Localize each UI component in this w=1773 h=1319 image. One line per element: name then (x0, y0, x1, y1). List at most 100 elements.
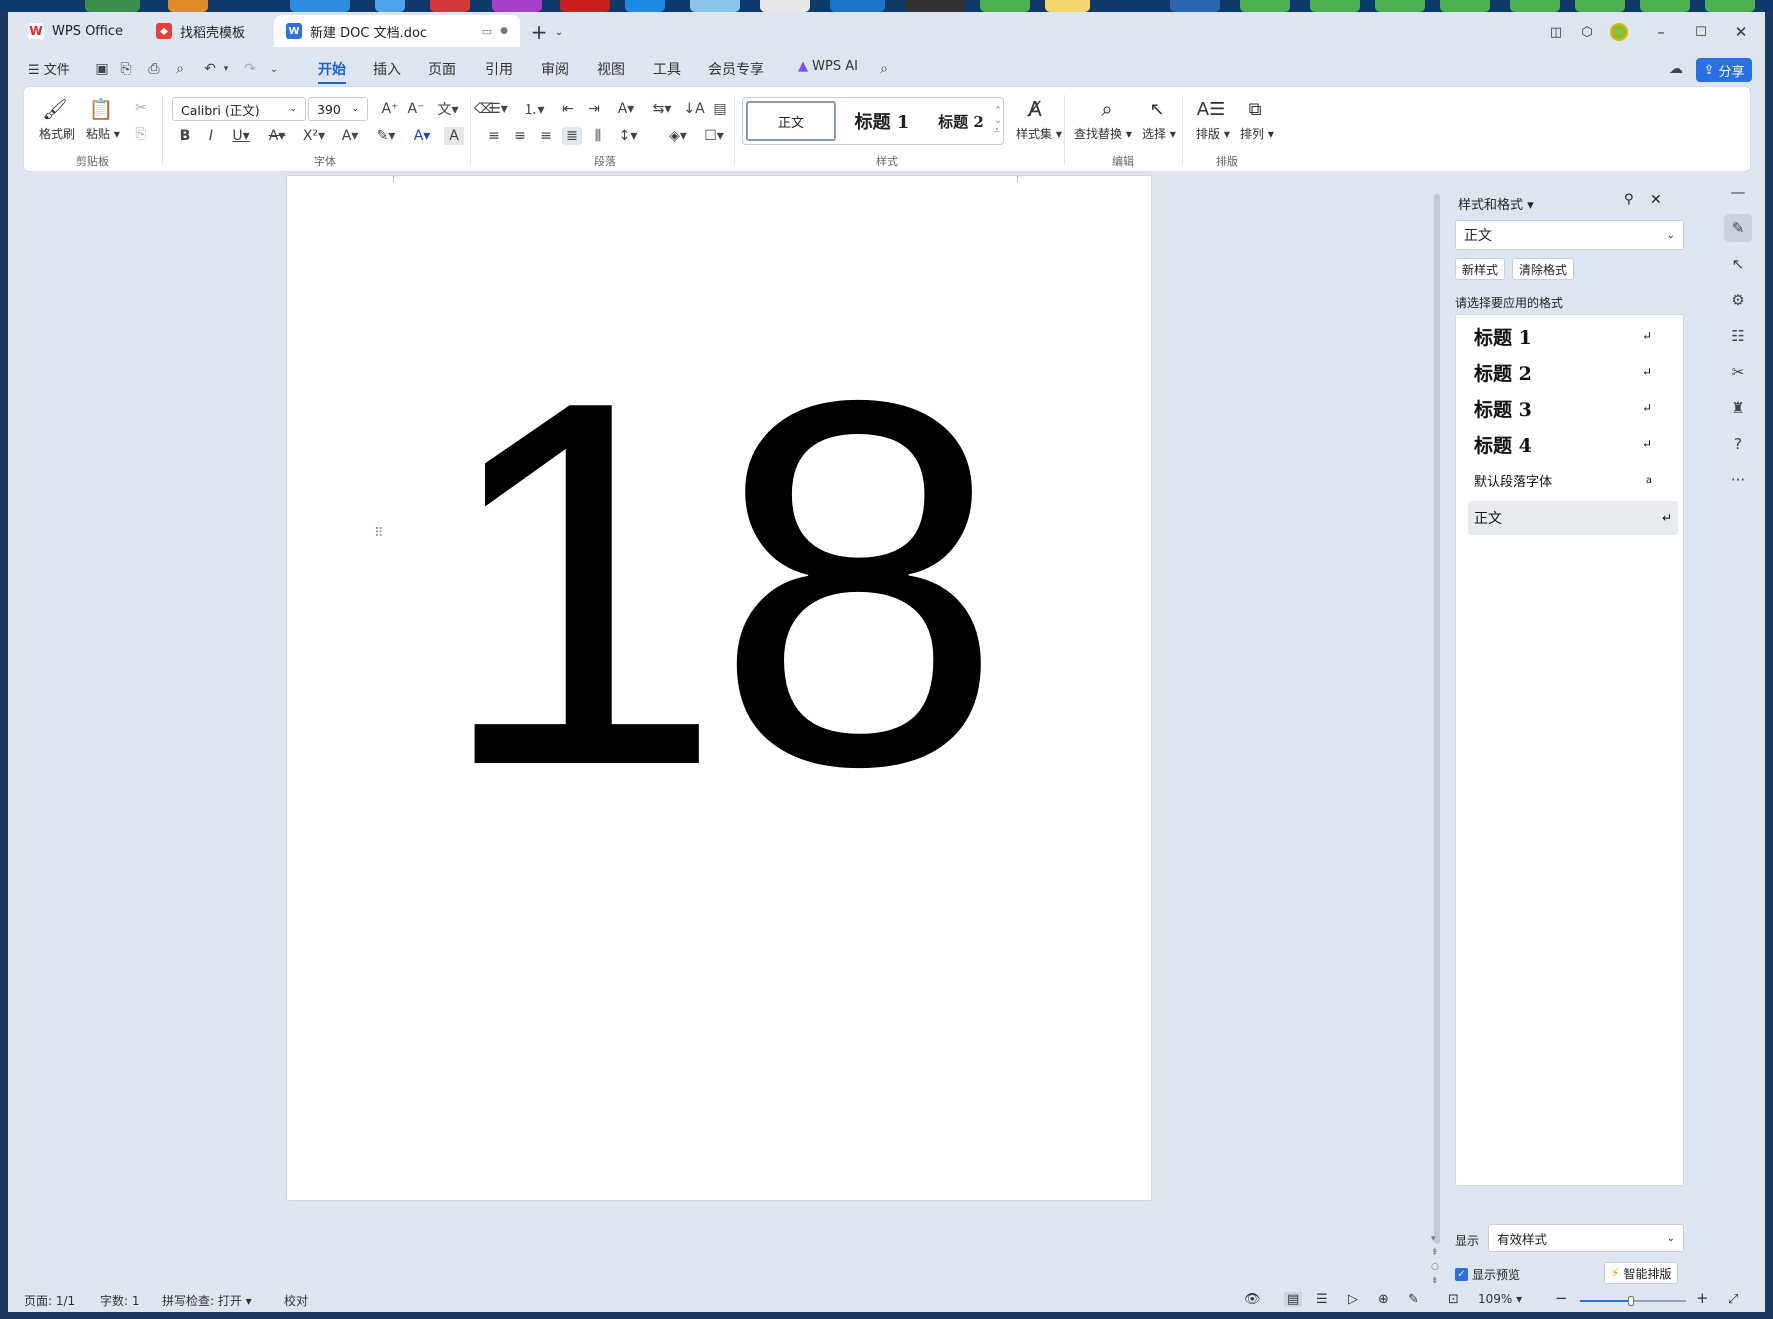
typeset-icon[interactable]: A☰ (1196, 97, 1226, 121)
tab-review[interactable]: 审阅 (541, 59, 569, 79)
chevron-down-icon[interactable]: ▾ (216, 59, 236, 79)
select-tool-icon[interactable]: ↖ (1724, 250, 1752, 278)
share-button[interactable]: ⇪ 分享 (1696, 58, 1752, 82)
collapse-icon[interactable]: — (1724, 178, 1752, 206)
line-spacing-icon[interactable]: ↕▾ (614, 127, 642, 145)
zoom-out-icon[interactable]: − (1555, 1289, 1568, 1307)
style-set-button[interactable]: 样式集 ▾ (1016, 125, 1062, 142)
smart-layout-button[interactable]: ⚡ 智能排版 (1604, 1262, 1679, 1284)
arrange-button[interactable]: 排列 ▾ (1240, 125, 1274, 142)
justify-icon[interactable]: ≣ (562, 127, 582, 145)
help-icon[interactable]: ? (1724, 430, 1752, 458)
text-direction-icon[interactable]: ⇆▾ (648, 99, 676, 119)
format-painter-button[interactable]: 格式刷 (39, 125, 75, 142)
shirt-icon[interactable]: ♜ (1724, 394, 1752, 422)
zoom-slider-thumb[interactable] (1628, 1296, 1634, 1306)
tab-docer-templates[interactable]: ◆ 找稻壳模板 (144, 15, 278, 47)
char-shading-icon[interactable]: A (444, 127, 464, 145)
phonetic-guide-icon[interactable]: 文▾ (434, 99, 462, 119)
tab-home[interactable]: 开始 (318, 59, 346, 84)
select-button[interactable]: 选择 ▾ (1142, 125, 1176, 142)
print-preview-icon[interactable]: ⌕ (170, 59, 190, 79)
superscript-icon[interactable]: X²▾ (300, 127, 328, 145)
bold-icon[interactable]: B (176, 127, 194, 145)
paste-icon[interactable]: 📋 (86, 97, 116, 121)
bullets-icon[interactable]: ☰▾ (484, 99, 512, 119)
cursor-icon[interactable]: ↖ (1142, 97, 1172, 121)
monitor-icon[interactable]: ▭ (482, 25, 492, 38)
search-icon[interactable]: ⌕ (1092, 97, 1122, 121)
more-icon[interactable]: ··· (1724, 466, 1752, 494)
align-center-icon[interactable]: ≡ (510, 127, 530, 145)
document-page[interactable]: ⠿ 18 (287, 176, 1151, 1200)
save-icon[interactable]: ▣ (92, 59, 112, 79)
drag-handle-icon[interactable]: ⠿ (374, 526, 384, 541)
style-heading-1-item[interactable]: 标题 1 ↵ (1468, 319, 1658, 353)
grow-font-icon[interactable]: A⁺ (380, 99, 400, 119)
numbering-icon[interactable]: ⒈▾ (520, 99, 548, 119)
clear-format-button[interactable]: 清除格式 (1512, 258, 1575, 280)
style-normal-item[interactable]: 正文 ↵ (1468, 501, 1678, 535)
file-menu[interactable]: ☰ 文件 (28, 59, 70, 78)
style-pen-icon[interactable]: ✎ (1724, 214, 1752, 242)
tab-page[interactable]: 页面 (428, 59, 456, 79)
scroll-thumb[interactable] (1434, 194, 1440, 1244)
italic-icon[interactable]: I (202, 127, 220, 145)
outline-view-icon[interactable]: ☰ (1316, 1292, 1328, 1307)
page-nav-icon[interactable]: ▾ ⇞ ○ ⇟ (1431, 1232, 1439, 1288)
current-style-select[interactable]: 正文 ⌄ (1455, 220, 1684, 250)
word-count[interactable]: 字数: 1 (100, 1292, 140, 1309)
fit-icon[interactable]: ⊡ (1448, 1292, 1459, 1307)
tab-references[interactable]: 引用 (485, 59, 513, 79)
minimize-icon[interactable]: – (1648, 20, 1674, 44)
adjust-icon[interactable]: ⚙ (1724, 286, 1752, 314)
underline-icon[interactable]: U▾ (228, 127, 254, 145)
tab-wps-office[interactable]: W WPS Office (16, 15, 141, 47)
chevron-down-icon[interactable]: ⌄ (264, 59, 284, 79)
fullscreen-icon[interactable]: ⤢ (1728, 1292, 1738, 1307)
zoom-slider[interactable] (1580, 1296, 1686, 1306)
paste-button[interactable]: 粘贴 ▾ (86, 125, 120, 142)
style-set-icon[interactable]: A̸ (1020, 97, 1050, 121)
find-replace-button[interactable]: 查找替换 ▾ (1074, 125, 1132, 142)
style-default-font-item[interactable]: 默认段落字体 a (1468, 463, 1658, 497)
style-heading-2-item[interactable]: 标题 2 ↵ (1468, 355, 1658, 389)
pen-icon[interactable]: ✎ (1408, 1292, 1419, 1307)
unsaved-dot-icon[interactable]: ● (500, 26, 508, 36)
increase-indent-icon[interactable]: ⇥ (584, 99, 604, 119)
style-heading-4-item[interactable]: 标题 4 ↵ (1468, 427, 1658, 461)
show-preview-checkbox[interactable]: ✓ 显示预览 (1455, 1266, 1520, 1283)
page-indicator[interactable]: 页面: 1/1 (24, 1292, 75, 1309)
zoom-select[interactable]: 109% ▾ (1478, 1292, 1522, 1306)
distribute-icon[interactable]: ⫼ (588, 127, 608, 145)
format-painter-icon[interactable]: 🖌 (40, 97, 70, 121)
highlight-icon[interactable]: ✎▾ (372, 127, 400, 145)
spell-check[interactable]: 拼写检查: 打开 ▾ (162, 1292, 252, 1309)
typeset-button[interactable]: 排版 ▾ (1196, 125, 1230, 142)
tab-view[interactable]: 视图 (597, 59, 625, 79)
tools-icon[interactable]: ✂ (1724, 358, 1752, 386)
zoom-in-icon[interactable]: + (1696, 1289, 1709, 1307)
panel-title[interactable]: 样式和格式 ▾ (1458, 194, 1534, 213)
font-color-icon[interactable]: A▾ (408, 127, 436, 145)
style-gallery-scroll[interactable]: ⌃ ⌄ ⩡ (992, 99, 1004, 143)
sort-icon[interactable]: ↓A (683, 99, 704, 119)
search-icon[interactable]: ⌕ (874, 59, 894, 79)
redo-icon[interactable]: ↷ (240, 59, 260, 79)
cut-icon[interactable]: ✂ (132, 99, 150, 117)
tab-member[interactable]: 会员专享 (708, 59, 764, 79)
copy-icon[interactable]: ⎘ (132, 125, 150, 143)
layout-toggle-icon[interactable]: ◫ (1543, 20, 1569, 44)
align-right-icon[interactable]: ≡ (536, 127, 556, 145)
shading-icon[interactable]: ◈▾ (664, 127, 692, 145)
font-size-select[interactable]: 390 ⌄ (308, 97, 368, 121)
tab-current-document[interactable]: W 新建 DOC 文档.doc ▭ ● (274, 15, 520, 47)
eye-icon[interactable]: 👁 (1244, 1292, 1261, 1307)
tab-insert[interactable]: 插入 (373, 59, 401, 79)
web-view-icon[interactable]: ⊕ (1378, 1292, 1389, 1307)
text-effect-icon[interactable]: A▾ (336, 127, 364, 145)
tab-tools[interactable]: 工具 (653, 59, 681, 79)
pin-icon[interactable]: ⚲ (1624, 192, 1634, 207)
style-heading-3-item[interactable]: 标题 3 ↵ (1468, 391, 1658, 425)
vertical-scrollbar[interactable]: ▾ ⇞ ○ ⇟ (1431, 176, 1443, 1288)
